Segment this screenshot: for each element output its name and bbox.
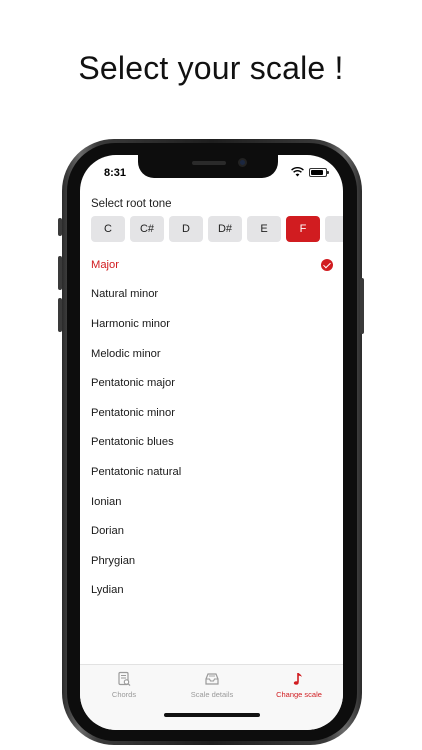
tab-bar: Chords Scale details Change scale [80,664,343,730]
camera [238,158,247,167]
scale-item-pentatonic-minor[interactable]: Pentatonic minor [91,398,333,428]
scale-item-major[interactable]: Major [91,250,333,280]
status-time: 8:31 [104,167,127,179]
notch [138,155,278,178]
volume-up-button [58,256,62,290]
tone-button-c[interactable]: C [91,216,125,242]
volume-down-button [58,298,62,332]
tone-button-next-partial[interactable] [325,216,343,242]
tab-label: Chords [111,690,137,699]
scale-item-label: Harmonic minor [91,317,170,330]
tab-change-scale[interactable]: Change scale [255,671,343,699]
scale-item-label: Major [91,258,119,271]
scale-item-label: Ionian [91,495,122,508]
scale-item-pentatonic-blues[interactable]: Pentatonic blues [91,428,333,458]
home-indicator [164,713,260,717]
wifi-icon [291,167,304,177]
scale-item-label: Melodic minor [91,347,161,360]
speaker [192,161,226,165]
scale-item-lydian[interactable]: Lydian [91,576,333,606]
scale-item-label: Lydian [91,584,124,597]
tone-button-d-sharp[interactable]: D# [208,216,242,242]
tab-scale-details[interactable]: Scale details [168,671,256,699]
scale-item-label: Pentatonic blues [91,436,174,449]
scale-item-label: Pentatonic natural [91,465,182,478]
headline: Select your scale ! [78,50,344,86]
tab-label: Change scale [276,690,322,699]
scale-item-pentatonic-major[interactable]: Pentatonic major [91,368,333,398]
scale-item-label: Phrygian [91,554,136,567]
tray-icon [205,673,219,685]
music-note-icon [293,673,302,685]
scale-item-ionian[interactable]: Ionian [91,487,333,517]
scale-item-pentatonic-natural[interactable]: Pentatonic natural [91,457,333,487]
power-button [360,278,364,334]
scale-item-dorian[interactable]: Dorian [91,516,333,546]
scale-item-harmonic-minor[interactable]: Harmonic minor [91,309,333,339]
tone-button-d[interactable]: D [169,216,203,242]
scale-item-melodic-minor[interactable]: Melodic minor [91,339,333,369]
scale-item-natural-minor[interactable]: Natural minor [91,280,333,310]
tone-button-f[interactable]: F [286,216,320,242]
scale-item-label: Pentatonic minor [91,406,175,419]
side-button [58,218,62,236]
root-tone-label: Select root tone [91,198,172,210]
scale-item-label: Dorian [91,525,124,538]
tone-button-c-sharp[interactable]: C# [130,216,164,242]
tab-label: Scale details [190,690,234,699]
tone-button-e[interactable]: E [247,216,281,242]
battery-icon [309,167,329,177]
root-tone-selector: C C# D D# E F [91,216,343,242]
app-screen: 8:31 Select root tone C C# D D# E F Majo… [80,155,343,730]
scale-list: Major Natural minor Harmonic minor Melod… [91,250,333,605]
scale-item-label: Natural minor [91,288,159,301]
tab-chords[interactable]: Chords [80,671,168,699]
scale-item-label: Pentatonic major [91,377,175,390]
checkmark-icon [321,258,333,271]
status-icons [291,167,329,177]
chord-sheet-icon [118,671,131,687]
scale-item-phrygian[interactable]: Phrygian [91,546,333,576]
